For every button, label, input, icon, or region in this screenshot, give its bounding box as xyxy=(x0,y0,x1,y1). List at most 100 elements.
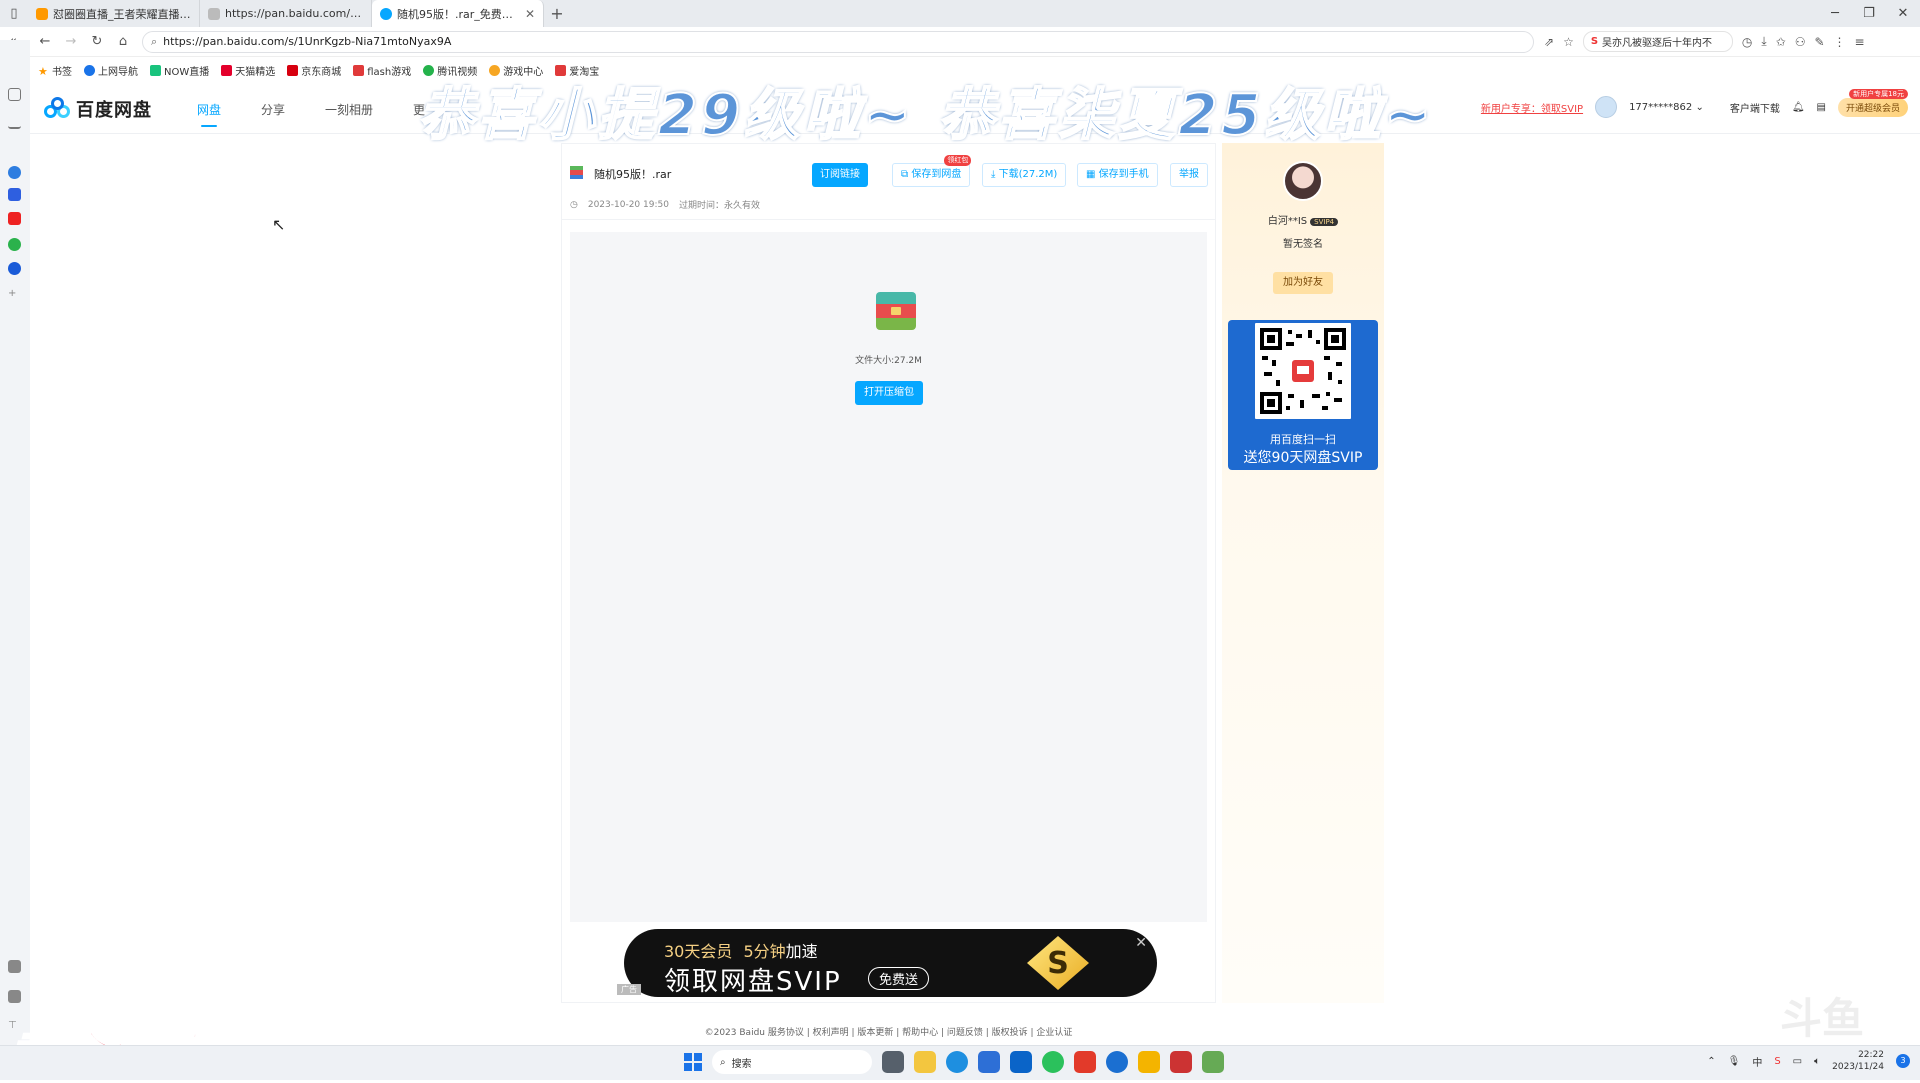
history-icon[interactable]: ◷ xyxy=(1742,35,1752,49)
bookmark-item[interactable]: 天猫精选 xyxy=(221,63,275,78)
browser-icon[interactable] xyxy=(1106,1051,1128,1073)
ad-text: 30天会员 xyxy=(664,942,733,961)
save-to-phone-button[interactable]: ▦ 保存到手机 xyxy=(1077,163,1158,187)
subscribe-link-button[interactable]: 订阅链接 xyxy=(812,163,868,187)
bookmark-item[interactable]: ★ 书签 xyxy=(38,63,72,78)
panel-tool-icon[interactable] xyxy=(8,960,21,973)
open-archive-button[interactable]: 打开压缩包 xyxy=(855,381,923,405)
avatar[interactable] xyxy=(1595,96,1618,118)
reload-icon[interactable]: ↻ xyxy=(84,34,110,49)
network-icon[interactable]: ▭ xyxy=(1793,1056,1802,1067)
bookmark-item[interactable]: flash游戏 xyxy=(353,63,411,78)
bell-icon[interactable]: 🔔︎ xyxy=(1792,102,1805,113)
favorites-panel-icon[interactable] xyxy=(8,88,21,101)
wechat-icon[interactable] xyxy=(1042,1051,1064,1073)
save-to-pan-button[interactable]: ⧉ 保存到网盘 领红包 xyxy=(892,155,972,187)
bookmark-item[interactable]: NOW直播 xyxy=(150,63,209,78)
chevron-down-icon: ⌄ xyxy=(1695,101,1704,113)
extensions-icon[interactable]: ⚇ xyxy=(1795,35,1806,49)
qr-line1: 用百度扫一扫 xyxy=(1270,433,1336,446)
vip-promo-link[interactable]: 新用户专享：领取SVIP xyxy=(1481,100,1583,115)
favorites-icon[interactable]: ✩ xyxy=(1776,35,1786,49)
edit-icon[interactable]: ✎ xyxy=(1814,35,1824,49)
phone-icon: ▦ xyxy=(1086,169,1096,180)
nav-tab-album[interactable]: 一刻相册 xyxy=(325,101,373,118)
download-icon[interactable]: ⤓ xyxy=(1761,34,1766,49)
search-engine-box[interactable]: S 吴亦凡被驱逐后十年内不 xyxy=(1582,31,1733,52)
restore-icon[interactable]: ❐ xyxy=(1852,0,1886,27)
nav-tab-pan[interactable]: 网盘 xyxy=(197,101,221,127)
close-window-icon[interactable]: ✕ xyxy=(1886,0,1920,27)
minimize-icon[interactable]: ─ xyxy=(1818,0,1852,27)
game-app-icon[interactable] xyxy=(1138,1051,1160,1073)
close-ad-icon[interactable]: ✕ xyxy=(1135,935,1147,951)
clock-icon[interactable] xyxy=(8,262,21,275)
svip-ad-banner[interactable]: 30天会员 5分钟加速 领取网盘SVIP 免费送 S ✕ xyxy=(624,929,1157,997)
pen-icon[interactable] xyxy=(8,116,21,129)
client-download-link[interactable]: 客户端下载 xyxy=(1730,100,1780,115)
baidupan-logo-icon xyxy=(44,97,72,121)
download-button[interactable]: ⤓ 下载(27.2M) xyxy=(982,163,1067,187)
share-icon[interactable]: ⇗ xyxy=(1544,35,1554,49)
mouse-cursor-icon: ↖ xyxy=(272,215,286,234)
mail-icon[interactable] xyxy=(1010,1051,1032,1073)
tmall-icon xyxy=(221,65,233,76)
task-view-icon[interactable] xyxy=(882,1051,904,1073)
store-icon[interactable] xyxy=(978,1051,1000,1073)
tab-title: 随机95版！.rar_免费高速下载 xyxy=(397,7,520,21)
back-icon[interactable]: ← xyxy=(32,34,58,49)
baidupan-logo[interactable]: 百度网盘 xyxy=(44,96,152,122)
chevron-up-icon[interactable]: ⌃ xyxy=(1707,1056,1715,1067)
url-field[interactable]: ⌕ https://pan.baidu.com/s/1UnrKgzb-Nia71… xyxy=(142,30,1534,53)
home-icon[interactable]: ⌂ xyxy=(110,34,136,49)
volume-icon[interactable]: 🔈︎ xyxy=(1814,1056,1820,1067)
mic-icon[interactable]: 🎙︎ xyxy=(1728,1056,1741,1067)
nav-icon xyxy=(84,65,95,76)
rar-archive-icon xyxy=(876,292,916,330)
add-friend-button[interactable]: 加为好友 xyxy=(1273,272,1333,294)
forward-icon[interactable]: → xyxy=(58,34,84,49)
add-panel-icon[interactable]: + xyxy=(8,288,21,301)
close-tab-icon[interactable]: ✕ xyxy=(525,7,535,21)
qr-code xyxy=(1253,321,1353,421)
panel-tool-icon[interactable] xyxy=(8,990,21,1003)
report-button[interactable]: 举报 xyxy=(1170,163,1208,187)
new-tab-icon[interactable]: + xyxy=(544,4,570,23)
video-icon[interactable] xyxy=(8,212,21,225)
account-menu[interactable]: 177*****862 ⌄ xyxy=(1629,102,1704,113)
clock[interactable]: 22:22 2023/11/24 xyxy=(1832,1049,1884,1073)
edge-icon[interactable] xyxy=(946,1051,968,1073)
sharer-avatar[interactable] xyxy=(1283,161,1323,201)
browser-tab[interactable]: https://pan.baidu.com/s/1Unr xyxy=(200,0,372,27)
clipboard-icon[interactable]: ▤ xyxy=(1817,102,1826,113)
notification-icon[interactable]: 3 xyxy=(1896,1054,1910,1068)
antivirus-icon[interactable]: S xyxy=(1774,1056,1780,1067)
app-icon[interactable] xyxy=(8,166,21,179)
bookmark-label: 书签 xyxy=(52,67,72,78)
sharer-card: 白河**IS SVIP4 暂无签名 加为好友 用百度扫一扫 送您90天网盘SVIP xyxy=(1222,143,1384,1003)
address-bar: « ← → ↻ ⌂ ⌕ https://pan.baidu.com/s/1Unr… xyxy=(0,27,1920,57)
red-packet-badge: 领红包 xyxy=(944,155,972,166)
winrar-icon[interactable] xyxy=(1170,1051,1192,1073)
app-icon[interactable] xyxy=(1202,1051,1224,1073)
start-icon[interactable] xyxy=(684,1053,702,1071)
baidu-paw-icon[interactable] xyxy=(8,188,21,201)
sidebar-toggle-icon[interactable]: ▯ xyxy=(0,6,28,21)
bookmark-item[interactable]: 京东商城 xyxy=(287,63,341,78)
more-icon[interactable]: ⋮ xyxy=(1834,35,1846,49)
stream-overlay-levelup: 恭喜小提29级啦~ 恭喜柒夏25级啦~ xyxy=(417,82,1436,149)
file-explorer-icon[interactable] xyxy=(914,1051,936,1073)
open-vip-button[interactable]: 新用户专属18元 开通超级会员 xyxy=(1837,88,1908,117)
sharer-name: 白河**IS xyxy=(1267,216,1308,227)
nav-tab-share[interactable]: 分享 xyxy=(261,101,285,118)
star-icon[interactable]: ☆ xyxy=(1563,35,1574,49)
browser-tab[interactable]: 怼圈圈直播_王者荣耀直播_斗鱼直播 xyxy=(28,0,200,27)
ime-indicator[interactable]: 中 xyxy=(1752,1054,1762,1069)
play-icon[interactable] xyxy=(8,238,21,251)
bookmark-item[interactable]: 上网导航 xyxy=(84,63,138,78)
app-icon[interactable] xyxy=(1074,1051,1096,1073)
file-meta: ◷ 2023-10-20 19:50 过期时间：永久有效 xyxy=(570,198,760,212)
browser-tab-active[interactable]: 随机95版！.rar_免费高速下载 ✕ xyxy=(372,0,544,27)
taskbar-search[interactable]: ⌕ 搜索 xyxy=(712,1050,872,1074)
menu-icon[interactable]: ≡ xyxy=(1855,35,1865,49)
